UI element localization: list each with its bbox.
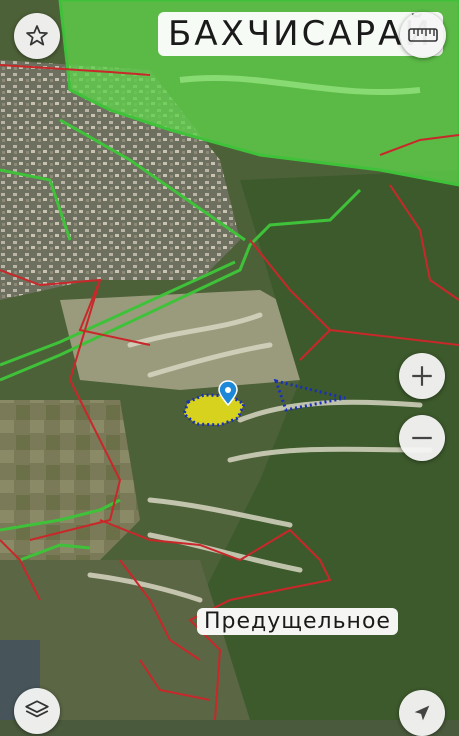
navigation-arrow-icon	[414, 705, 430, 721]
zoom-out-button[interactable]	[399, 415, 445, 461]
layers-button[interactable]	[14, 688, 60, 734]
plus-icon	[412, 366, 432, 386]
layers-icon	[25, 700, 49, 718]
navigate-button[interactable]	[399, 690, 445, 736]
zoom-in-button[interactable]	[399, 353, 445, 399]
ruler-button[interactable]	[400, 12, 446, 58]
star-icon	[26, 25, 48, 46]
minus-icon	[412, 436, 432, 440]
village-label: Предущельное	[197, 608, 398, 635]
favorite-button[interactable]	[14, 13, 60, 59]
ruler-icon	[408, 28, 438, 42]
